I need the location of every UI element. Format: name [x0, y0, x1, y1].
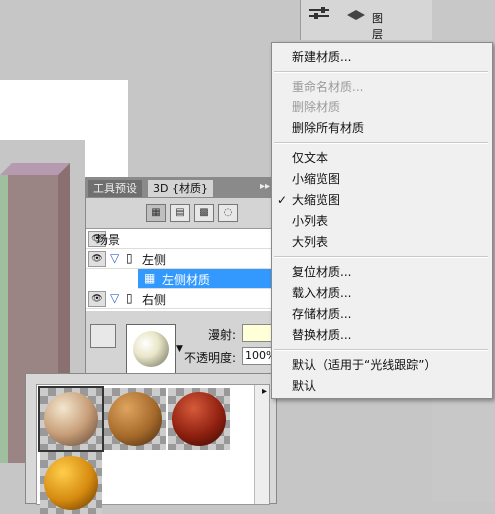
layers-label: 图层: [372, 12, 383, 41]
tree-row-left-material[interactable]: ▦ 左侧材质: [138, 269, 276, 289]
chevron-down-icon[interactable]: ▼: [176, 344, 183, 354]
menu-separator: [274, 349, 488, 351]
material-thumb-cork[interactable]: [104, 388, 166, 450]
material-thumb-red[interactable]: [168, 388, 230, 450]
menu-separator: [274, 256, 488, 258]
picker-menu-icon[interactable]: ▸: [262, 386, 267, 397]
menu-reset-materials[interactable]: 复位材质...: [272, 262, 492, 282]
menu-separator: [274, 142, 488, 144]
mesh-icon: ▯: [126, 291, 133, 305]
panel-tab-bar: 工具预设 3D {材质} ▸▸: [86, 178, 276, 198]
menu-load-materials[interactable]: 载入材质...: [272, 283, 492, 303]
menu-save-materials[interactable]: 存储材质...: [272, 304, 492, 324]
tree-label-left: 左侧: [142, 253, 167, 267]
menu-default[interactable]: 默认: [272, 376, 492, 396]
material-picker: ▸: [25, 373, 277, 514]
tab-tool-presets[interactable]: 工具预设: [88, 180, 142, 197]
material-context-menu: 新建材质... 重命名材质... 删除材质 删除所有材质 仅文本 小缩览图 ✓ …: [271, 42, 493, 399]
tree-row-left[interactable]: 👁 ▽ ▯ 左侧: [86, 249, 276, 269]
material-thumb-wood[interactable]: [38, 386, 104, 452]
check-icon: ✓: [277, 193, 288, 207]
menu-delete-all-materials[interactable]: 删除所有材质: [272, 118, 492, 138]
menu-large-thumbnail[interactable]: ✓ 大缩览图: [272, 190, 492, 210]
tree-label-scene: 场景: [96, 233, 121, 247]
expand-triangle-icon[interactable]: ▽: [110, 291, 119, 305]
menu-large-list[interactable]: 大列表: [272, 232, 492, 252]
diffuse-label: 漫射:: [208, 328, 237, 342]
tree-label-right: 右侧: [142, 293, 167, 307]
material-select-icon[interactable]: [90, 350, 114, 368]
tree-row-scene[interactable]: 👁 场景: [86, 229, 276, 249]
menu-separator: [274, 71, 488, 73]
material-thumbnails: [36, 384, 270, 514]
menu-delete-material: 删除材质: [292, 100, 341, 114]
visibility-icon[interactable]: 👁: [88, 291, 106, 307]
scene-filter-icon[interactable]: ▦: [146, 204, 166, 222]
filter-toolbar: ▦ ▤ ▩ ◌: [86, 198, 276, 228]
adjust-icon[interactable]: [309, 6, 331, 20]
tab-3d-materials[interactable]: 3D {材质}: [148, 180, 213, 197]
mesh-icon: ▯: [126, 251, 133, 265]
menu-rename-material: 重命名材质...: [292, 80, 364, 94]
layers-icon: [347, 10, 365, 20]
tree-label-left-material: 左侧材质: [162, 273, 211, 287]
material-filter-icon[interactable]: ▩: [194, 204, 214, 222]
material-thumb-orange[interactable]: [40, 452, 102, 514]
visibility-icon[interactable]: 👁: [88, 251, 106, 267]
layers-strip: 图层: [300, 0, 433, 41]
material-drop-icon[interactable]: [90, 324, 116, 348]
scene-tree: 👁 场景 👁 ▽ ▯ 左侧 ▦ 左侧材质 👁 ▽ ▯ 右侧: [86, 228, 276, 311]
menu-small-list[interactable]: 小列表: [272, 211, 492, 231]
menu-new-material[interactable]: 新建材质...: [272, 47, 492, 67]
light-filter-icon[interactable]: ◌: [218, 204, 238, 222]
menu-small-thumbnail[interactable]: 小缩览图: [272, 169, 492, 189]
picker-scrollbar[interactable]: [254, 385, 269, 504]
menu-text-only[interactable]: 仅文本: [272, 148, 492, 168]
menu-default-raytrace[interactable]: 默认（适用于“光线跟踪”）: [272, 355, 492, 375]
material-icon: ▦: [144, 271, 156, 285]
expand-triangle-icon[interactable]: ▽: [110, 251, 119, 265]
panel-menu-icon[interactable]: ▸▸: [260, 181, 270, 192]
material-preview[interactable]: [126, 324, 176, 374]
opacity-label: 不透明度:: [184, 351, 237, 365]
menu-replace-materials[interactable]: 替换材质...: [272, 325, 492, 345]
mesh-filter-icon[interactable]: ▤: [170, 204, 190, 222]
layers-tab[interactable]: 图层: [346, 8, 383, 41]
tree-row-right[interactable]: 👁 ▽ ▯ 右侧: [86, 289, 276, 309]
